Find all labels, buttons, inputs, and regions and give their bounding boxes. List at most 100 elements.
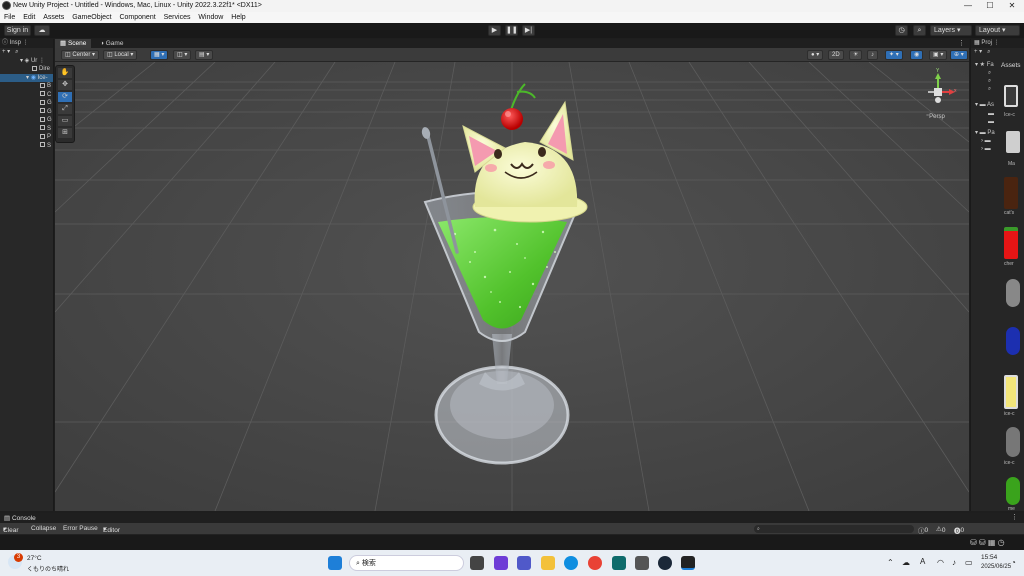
effects-dropdown[interactable]: ✦ ▾ xyxy=(885,50,903,60)
search-filter-icon[interactable]: ⌕ xyxy=(988,78,991,85)
packages-folder[interactable]: ▾ ▬ Pa xyxy=(975,129,995,136)
wifi-icon[interactable]: ◠ xyxy=(937,558,944,567)
asset-thumb-sphere[interactable] xyxy=(1006,427,1020,457)
sign-in-button[interactable]: Sign in xyxy=(4,25,31,36)
start-button[interactable] xyxy=(328,556,342,570)
persp-label[interactable]: ⁼Persp xyxy=(926,113,945,120)
hierarchy-child-item[interactable]: S xyxy=(0,142,53,151)
menu-help[interactable]: Help xyxy=(231,12,245,23)
clock-time[interactable]: 15:54 xyxy=(981,554,997,561)
menu-window[interactable]: Window xyxy=(198,12,223,23)
unity-hub-icon[interactable] xyxy=(635,556,649,570)
space-dropdown[interactable]: ◫ Local ▾ xyxy=(103,50,138,60)
info-count[interactable]: ⓘ 0 xyxy=(918,525,928,535)
search-filter-icon[interactable]: ⌕ xyxy=(988,86,991,93)
hidden-objects-icon[interactable]: ◉ xyxy=(910,50,924,60)
hierarchy-child-item[interactable]: S xyxy=(0,125,53,134)
tab-console[interactable]: ▤ Console xyxy=(4,514,36,522)
tray-chevron-icon[interactable]: ⌃ xyxy=(887,558,894,567)
search-filter-icon[interactable]: ⌕ xyxy=(988,70,991,77)
asset-thumb-texture[interactable] xyxy=(1004,375,1018,409)
layers-dropdown[interactable]: Layers ▾ xyxy=(930,25,972,36)
asset-thumb-sphere[interactable] xyxy=(1006,477,1020,505)
folder-icon[interactable]: ▬ xyxy=(988,119,994,125)
toggle-2d-button[interactable]: 2D xyxy=(828,50,844,60)
gizmo-toggle-button[interactable]: ▤ ▾ xyxy=(195,50,214,60)
audio-toggle-icon[interactable]: ♪ xyxy=(867,50,878,60)
rotate-tool-icon[interactable]: ⟳ xyxy=(58,92,72,102)
hierarchy-item-light[interactable]: Dire xyxy=(0,65,53,74)
clear-button[interactable]: Clear ▾ xyxy=(3,525,19,534)
steam-icon[interactable] xyxy=(658,556,672,570)
battery-icon[interactable]: ▭ xyxy=(965,558,973,567)
teams-icon[interactable] xyxy=(517,556,531,570)
cloud-icon[interactable]: ☁ xyxy=(34,25,50,36)
asset-thumb-prefab[interactable] xyxy=(1004,85,1018,107)
folder-icon[interactable]: › ▬ xyxy=(981,138,991,144)
console-search-input[interactable]: ⌕ xyxy=(754,525,914,533)
assets-folder[interactable]: ▾ ▬ As xyxy=(975,101,994,108)
asset-thumb-material[interactable] xyxy=(1006,131,1020,153)
hierarchy-child-item[interactable]: G xyxy=(0,99,53,108)
menu-gameobject[interactable]: GameObject xyxy=(72,12,111,23)
taskbar-search-input[interactable]: ⌕ 検索 xyxy=(349,555,464,571)
project-tab[interactable]: ▦ Proj ⋮ xyxy=(971,39,1024,48)
draw-mode-dropdown[interactable]: ● ▾ xyxy=(807,50,824,60)
hand-tool-icon[interactable]: ✋ xyxy=(58,68,72,78)
hierarchy-child-item[interactable]: G xyxy=(0,116,53,125)
notification-icon[interactable]: ◔ xyxy=(1011,558,1016,567)
app-icon[interactable] xyxy=(612,556,626,570)
asset-thumb-texture[interactable] xyxy=(1004,177,1018,209)
search-icon[interactable]: ⌕ xyxy=(913,25,926,36)
pivot-dropdown[interactable]: ◫ Center ▾ xyxy=(61,50,100,60)
clock-date[interactable]: 2025/06/25 xyxy=(981,564,1011,570)
menu-component[interactable]: Component xyxy=(119,12,155,23)
hierarchy-child-item[interactable]: B xyxy=(0,82,53,91)
camera-dropdown[interactable]: ▣ ▾ xyxy=(929,50,948,60)
menu-file[interactable]: File xyxy=(4,12,15,23)
copilot-icon[interactable] xyxy=(494,556,508,570)
play-button[interactable]: ▶ xyxy=(488,25,501,36)
orientation-gizmo[interactable]: Y x xyxy=(918,68,958,110)
hierarchy-item-selected[interactable]: ▾ ◉ Ice- xyxy=(0,73,53,82)
layout-dropdown[interactable]: Layout ▾ xyxy=(975,25,1020,36)
file-explorer-icon[interactable] xyxy=(541,556,555,570)
minimize-button[interactable]: — xyxy=(957,0,979,12)
hierarchy-child-item[interactable]: C xyxy=(0,91,53,100)
asset-thumb-sphere[interactable] xyxy=(1006,279,1020,307)
cloud-tray-icon[interactable]: ☁ xyxy=(902,558,910,567)
chrome-icon[interactable] xyxy=(588,556,602,570)
menu-edit[interactable]: Edit xyxy=(23,12,35,23)
history-icon[interactable]: ◷ xyxy=(895,25,908,36)
unity-editor-icon[interactable] xyxy=(681,556,695,570)
maximize-button[interactable]: ☐ xyxy=(979,0,1001,12)
warning-count[interactable]: ⚠ 0 xyxy=(936,525,945,534)
more-icon[interactable]: ⋮ xyxy=(958,39,965,48)
lighting-toggle-icon[interactable]: ☀ xyxy=(849,50,863,60)
ime-indicator[interactable]: A xyxy=(920,557,925,566)
tab-scene[interactable]: ▦ Scene xyxy=(55,39,92,48)
step-button[interactable]: ▶| xyxy=(522,25,535,36)
scale-tool-icon[interactable]: ⤢ xyxy=(58,104,72,114)
error-pause-button[interactable]: Error Pause xyxy=(63,525,98,532)
favorites-label[interactable]: ▾ ★ Fa xyxy=(975,61,994,68)
volume-icon[interactable]: ♪ xyxy=(952,558,956,567)
rect-tool-icon[interactable]: ▭ xyxy=(58,116,72,126)
hierarchy-child-item[interactable]: G xyxy=(0,108,53,117)
folder-icon[interactable]: ▬ xyxy=(988,111,994,117)
editor-dropdown[interactable]: Editor ▾ xyxy=(103,525,120,534)
gizmos-dropdown[interactable]: ⊕ ▾ xyxy=(950,50,968,60)
hierarchy-tab[interactable]: ⓘ Insp ⋮ xyxy=(0,39,53,48)
folder-icon[interactable]: › ▬ xyxy=(981,146,991,152)
pause-button[interactable]: ❚❚ xyxy=(505,25,518,36)
scene-viewport[interactable]: ✋ ✥ ⟳ ⤢ ▭ ⊞ Y x ⁼Persp xyxy=(55,62,969,511)
task-view-icon[interactable] xyxy=(470,556,484,570)
error-count[interactable]: ⓿ 0 xyxy=(954,525,964,535)
move-tool-icon[interactable]: ✥ xyxy=(58,80,72,90)
transform-tool-icon[interactable]: ⊞ xyxy=(58,128,72,138)
project-toolbar[interactable]: + ▾ ⌕ xyxy=(971,48,1024,57)
tab-game[interactable]: ◑ Game xyxy=(95,39,128,48)
menu-services[interactable]: Services xyxy=(164,12,191,23)
collapse-button[interactable]: Collapse xyxy=(31,525,56,532)
hierarchy-scene-root[interactable]: ▾ ◈ Ur ⋮ xyxy=(0,57,53,66)
